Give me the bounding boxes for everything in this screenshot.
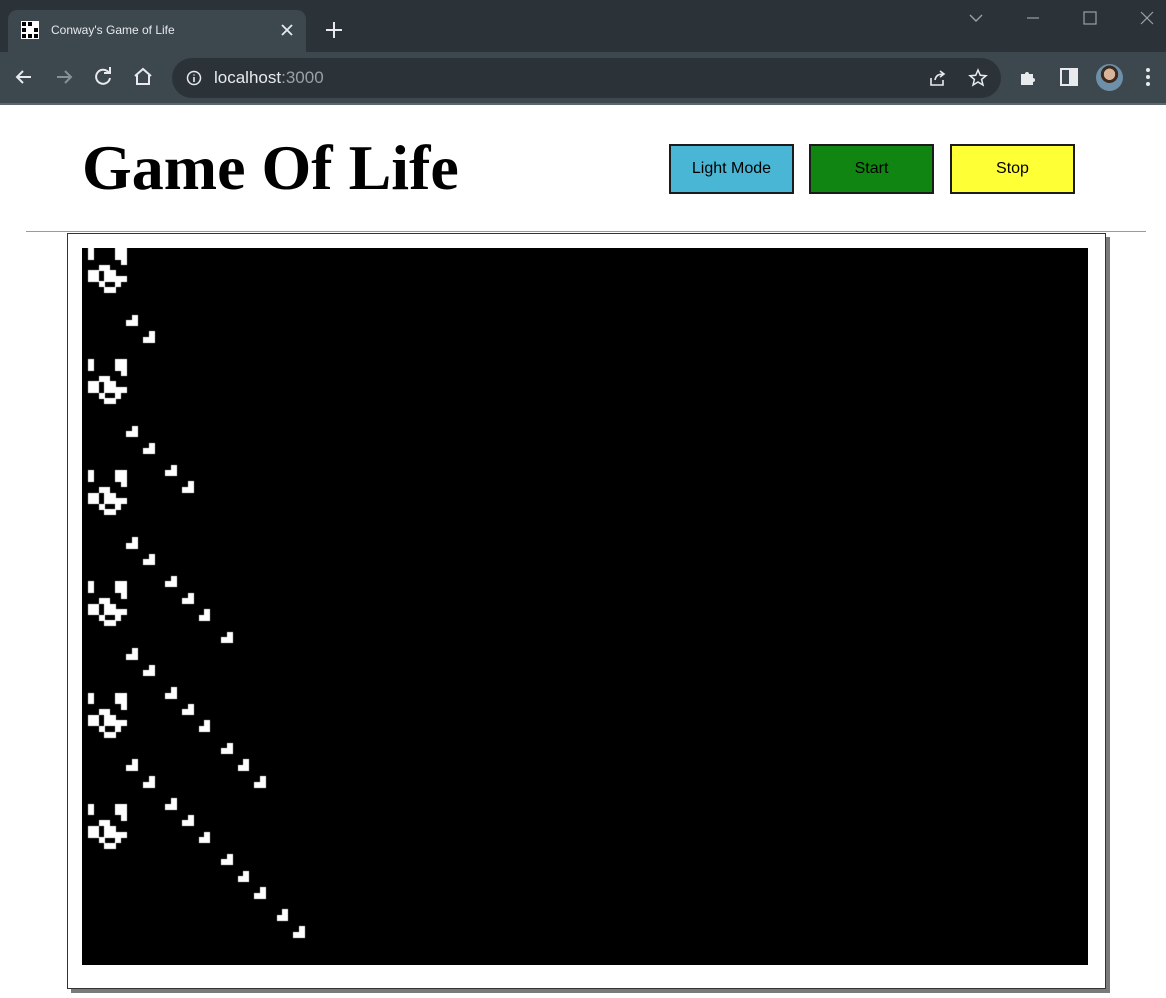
tab-title: Conway's Game of Life <box>51 23 175 37</box>
minimize-icon[interactable] <box>1023 10 1043 26</box>
share-icon[interactable] <box>928 68 948 88</box>
url-port: :3000 <box>281 68 324 87</box>
extensions-puzzle-icon[interactable] <box>1016 64 1042 90</box>
page-title: Game Of Life <box>82 132 459 203</box>
side-panel-icon[interactable] <box>1056 64 1082 90</box>
bookmark-star-icon[interactable] <box>968 68 988 88</box>
address-bar[interactable]: localhost:3000 <box>172 58 1001 98</box>
forward-arrow-icon[interactable] <box>51 64 77 90</box>
browser-toolbar: localhost:3000 <box>0 52 1166 103</box>
home-icon[interactable] <box>130 64 156 90</box>
tab-close-icon[interactable] <box>278 21 296 39</box>
tab-search-chevron-icon[interactable] <box>966 10 986 26</box>
tab-favicon-icon <box>21 21 39 39</box>
site-info-icon[interactable] <box>186 70 202 86</box>
browser-tab-bar: Conway's Game of Life <box>0 0 1166 52</box>
toolbar-divider <box>0 103 1166 105</box>
light-mode-button[interactable]: Light Mode <box>669 144 794 194</box>
game-board-canvas[interactable] <box>82 248 1088 965</box>
close-window-icon[interactable] <box>1137 10 1157 26</box>
new-tab-icon[interactable] <box>322 18 346 42</box>
menu-kebab-icon[interactable] <box>1135 64 1161 90</box>
back-arrow-icon[interactable] <box>11 64 37 90</box>
browser-tab[interactable]: Conway's Game of Life <box>8 10 306 52</box>
reload-icon[interactable] <box>90 64 116 90</box>
url-text: localhost:3000 <box>214 68 324 88</box>
profile-avatar[interactable] <box>1096 64 1123 91</box>
url-host: localhost <box>214 68 282 87</box>
stop-button[interactable]: Stop <box>950 144 1075 194</box>
start-button[interactable]: Start <box>809 144 934 194</box>
maximize-icon[interactable] <box>1080 10 1100 26</box>
header-divider <box>26 231 1146 232</box>
